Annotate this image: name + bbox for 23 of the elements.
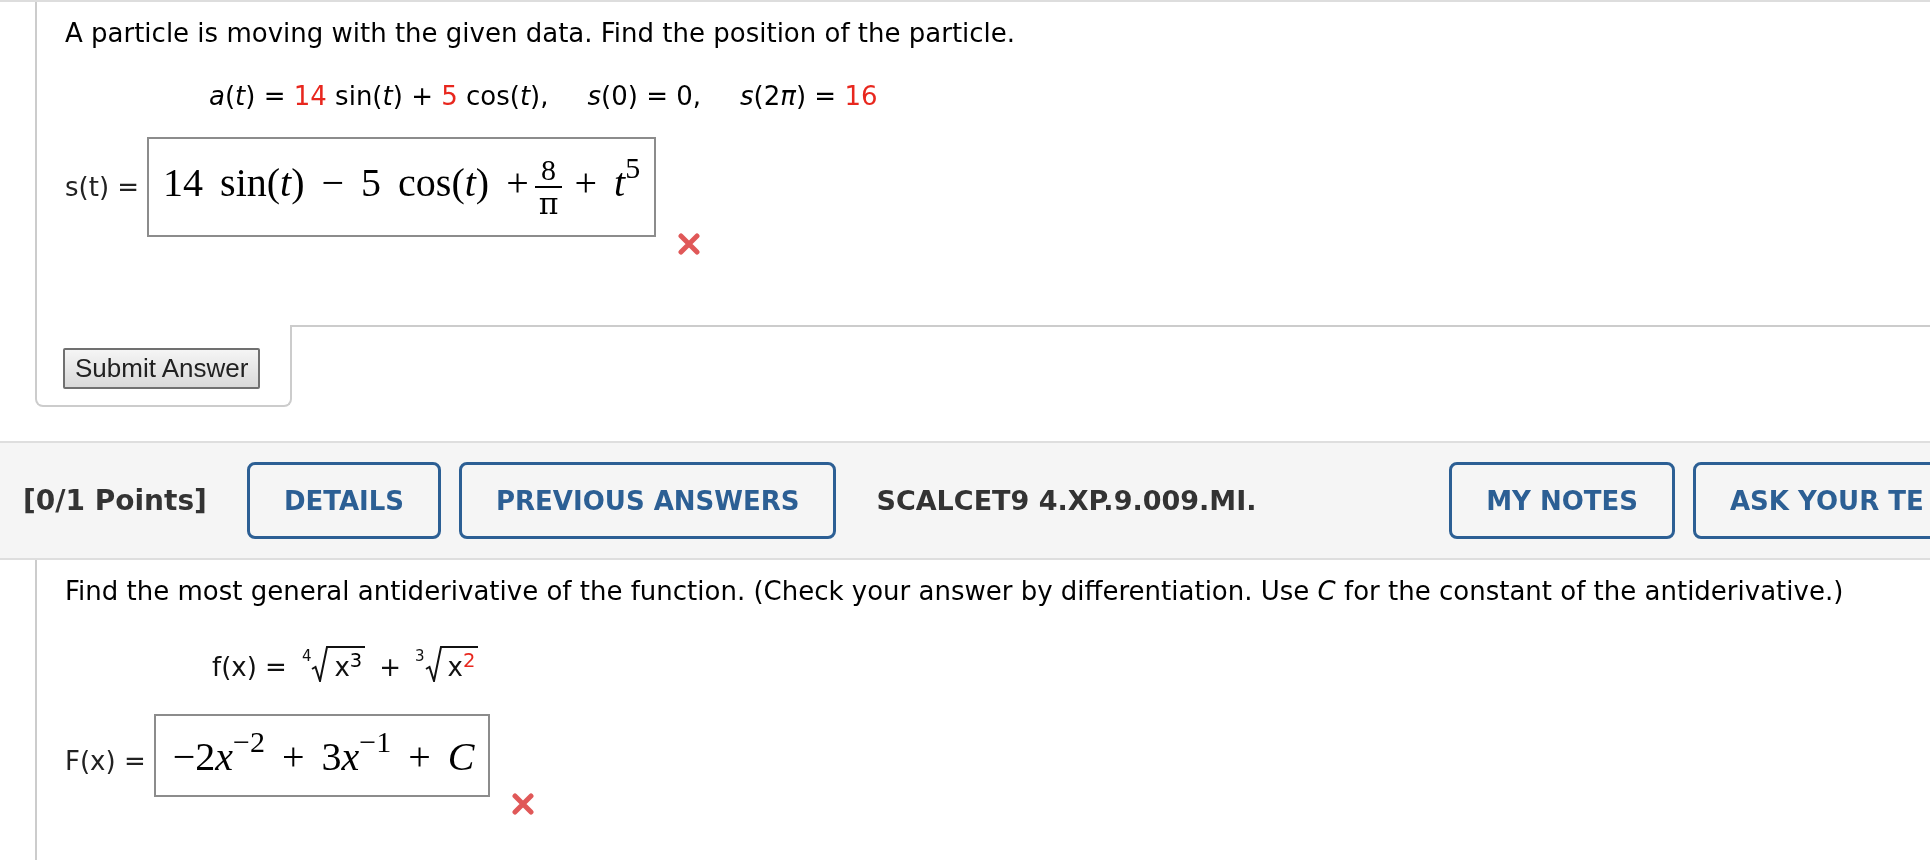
points-label: [0/1 Points] bbox=[23, 484, 207, 517]
submit-button[interactable]: Submit Answer bbox=[63, 348, 261, 389]
header-button[interactable]: ASK YOUR TE bbox=[1693, 462, 1930, 539]
equation: s(2π) = 16 bbox=[740, 81, 878, 111]
equation: a(t) = 14 sin(t) + 5 cos(t), bbox=[209, 81, 549, 111]
answer-label: F(x) = bbox=[65, 746, 146, 776]
equation: s(0) = 0, bbox=[587, 81, 701, 111]
header-button[interactable]: DETAILS bbox=[246, 462, 442, 539]
root-index: 3 bbox=[415, 648, 425, 664]
radicand: x$^{2}$ bbox=[442, 646, 479, 682]
question-code: SCALCET9 4.XP.9.009.MI. bbox=[876, 484, 1257, 517]
header-button[interactable]: PREVIOUS ANSWERS bbox=[459, 462, 837, 539]
answer-field[interactable]: −2x$^{−2}$ + 3x$^{−1}$ + C bbox=[153, 714, 491, 797]
function-label: f(x) = bbox=[212, 652, 287, 682]
radical-sign-icon bbox=[424, 646, 443, 682]
root-index: 4 bbox=[301, 648, 312, 664]
header-button[interactable]: MY NOTES bbox=[1449, 462, 1675, 539]
operator-symbol: + bbox=[379, 652, 402, 682]
radical-sign-icon bbox=[311, 646, 330, 682]
radicand: x$^{3}$ bbox=[329, 646, 366, 682]
question-prompt: A particle is moving with the given data. Find the position of the particle. bbox=[65, 18, 1016, 48]
question-prompt: Find the most general antiderivative of the function. (Check your answer by differentiation. Use C for the constant of the antiderivative.) bbox=[65, 576, 1844, 606]
answer-label: s(t) = bbox=[65, 172, 140, 203]
